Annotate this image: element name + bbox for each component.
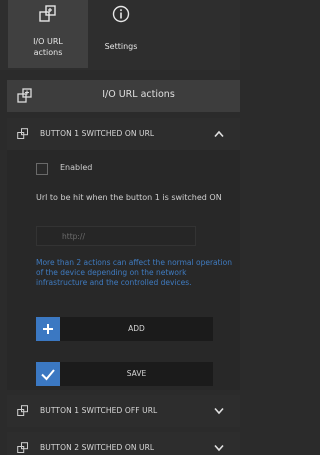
io-url-icon xyxy=(17,88,32,103)
chevron-up-icon[interactable] xyxy=(214,130,224,138)
accordion-title: BUTTON 1 SWITCHED OFF URL xyxy=(40,406,158,415)
add-button[interactable]: ADD xyxy=(36,317,213,341)
chevron-down-icon[interactable] xyxy=(214,444,224,452)
save-button-label: SAVE xyxy=(126,369,147,378)
chevron-down-icon[interactable] xyxy=(214,407,224,415)
check-icon xyxy=(36,362,60,386)
add-button-label: ADD xyxy=(128,324,145,333)
tab-io-url-label: I/O URL actions xyxy=(33,37,63,57)
io-url-icon xyxy=(39,5,56,22)
io-url-icon xyxy=(17,442,28,453)
tab-io-url-actions[interactable]: I/O URL actions xyxy=(8,0,88,68)
accordion-button1-off[interactable]: BUTTON 1 SWITCHED OFF URL xyxy=(7,395,240,427)
io-url-icon xyxy=(17,405,28,416)
tab-settings-label: Settings xyxy=(104,42,138,51)
enabled-checkbox[interactable] xyxy=(36,163,48,175)
plus-icon xyxy=(36,317,60,341)
accordion-button1-on[interactable]: BUTTON 1 SWITCHED ON URL xyxy=(7,118,240,150)
warning-text: More than 2 actions can affect the norma… xyxy=(36,258,232,287)
accordion-title: BUTTON 1 SWITCHED ON URL xyxy=(40,129,155,138)
save-button[interactable]: SAVE xyxy=(36,362,213,386)
io-url-icon xyxy=(17,128,28,139)
accordion-panel-body xyxy=(7,118,240,390)
accordion-title: BUTTON 2 SWITCHED ON URL xyxy=(40,443,155,452)
top-tab-bar: I/O URL actions Settings xyxy=(0,0,240,70)
tab-settings[interactable]: Settings xyxy=(88,0,154,68)
section-title: I/O URL actions xyxy=(102,89,175,100)
accordion-button2-on[interactable]: BUTTON 2 SWITCHED ON URL xyxy=(7,432,240,455)
enabled-label: Enabled xyxy=(60,163,93,172)
info-icon xyxy=(112,5,130,23)
url-input[interactable]: http:// xyxy=(36,226,196,246)
url-label: Url to be hit when the button 1 is switc… xyxy=(36,193,222,202)
section-header: I/O URL actions xyxy=(7,80,240,112)
